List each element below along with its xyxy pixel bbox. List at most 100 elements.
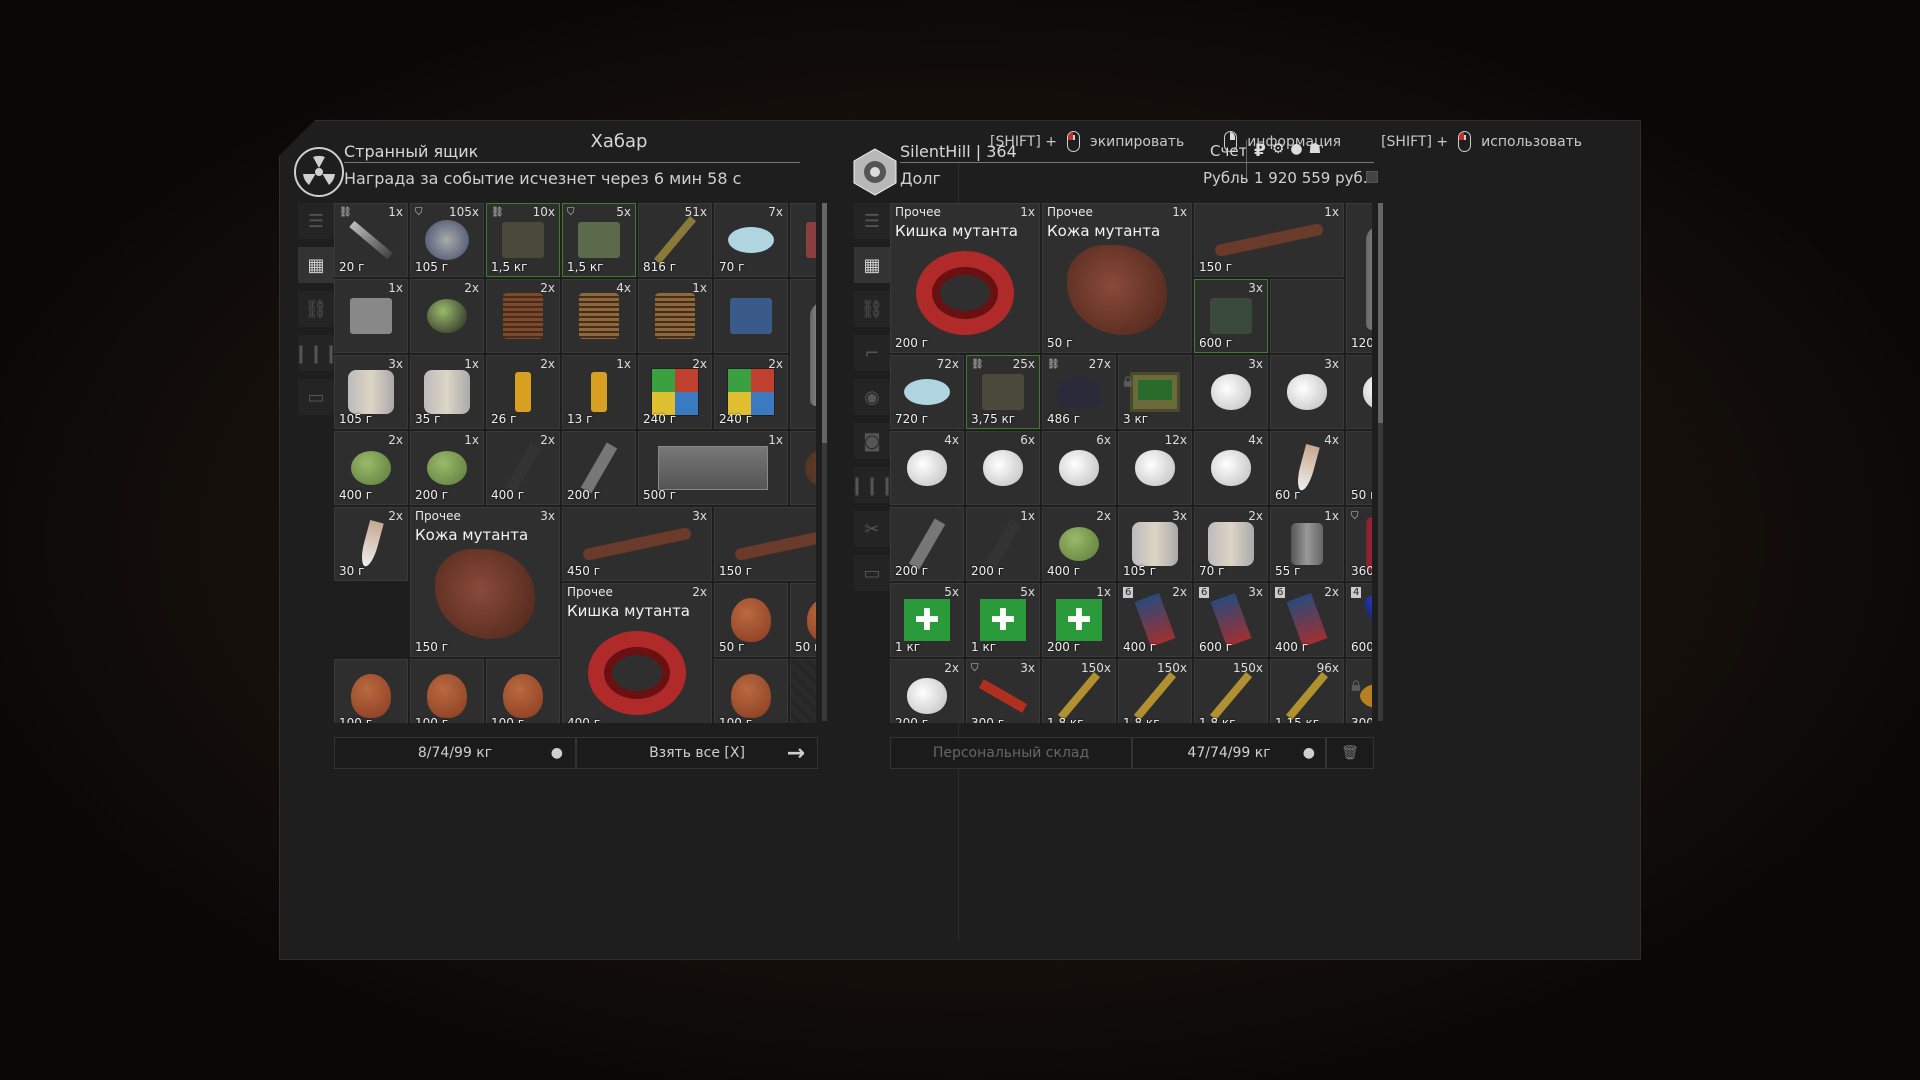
inventory-slot[interactable]: 2x 30 г (334, 507, 408, 581)
inventory-slot[interactable]: 1x (334, 279, 408, 353)
inventory-slot[interactable]: 1x (790, 203, 816, 277)
inventory-slot[interactable]: 2x 240 г (714, 355, 788, 429)
inventory-slot[interactable]: 51x 816 г (638, 203, 712, 277)
inventory-slot[interactable]: 6x (1042, 431, 1116, 505)
inventory-slot[interactable]: 100 г (410, 659, 484, 723)
inventory-slot[interactable] (714, 279, 788, 353)
inventory-slot[interactable]: 2x 400 г (486, 431, 560, 505)
inventory-slot[interactable]: 1x 200 г (410, 431, 484, 505)
inventory-slot[interactable]: 1x150 г (1194, 203, 1344, 277)
left-tab-grid[interactable]: ▦ (298, 247, 334, 283)
inventory-slot[interactable]: 2x (486, 279, 560, 353)
inventory-slot[interactable]: 150x 1,8 кг (1194, 659, 1268, 723)
inventory-slot[interactable]: 5x (790, 279, 816, 429)
inventory-slot[interactable]: 2x 400 г (334, 431, 408, 505)
inventory-slot[interactable]: 3 кг (1118, 355, 1192, 429)
inventory-slot[interactable]: 1x150 г (714, 507, 816, 581)
skull-token-icon[interactable]: ☗ (1309, 141, 1322, 161)
inventory-slot[interactable]: 3x 600 г 6 (1194, 583, 1268, 657)
inventory-slot[interactable]: Прочее Кожа мутанта 3x 150 г (410, 507, 560, 657)
inventory-slot[interactable]: 1x 13 г (562, 355, 636, 429)
inventory-slot[interactable]: 3x (1194, 355, 1268, 429)
inventory-slot[interactable]: 3x 300 г ⛉ (966, 659, 1040, 723)
inventory-slot[interactable]: 4x (562, 279, 636, 353)
inventory-slot[interactable]: 7x 70 г (714, 203, 788, 277)
ruble-icon[interactable]: ₽ (1254, 141, 1266, 161)
inventory-slot[interactable]: 2x 70 г (1194, 507, 1268, 581)
inventory-slot[interactable]: 25x 3,75 кг ⛓ (966, 355, 1040, 429)
gear-token-icon[interactable]: ⚙ (1272, 141, 1285, 161)
inventory-slot[interactable]: 50 г (714, 583, 788, 657)
inventory-slot[interactable]: 1x (638, 279, 712, 353)
info-icon[interactable] (1366, 171, 1378, 183)
right-tab-grid[interactable]: ▦ (854, 247, 890, 283)
coin-icon[interactable]: ● (1290, 141, 1302, 161)
inventory-slot[interactable]: 3x (1346, 355, 1372, 429)
inventory-slot[interactable]: 2x (410, 279, 484, 353)
inventory-slot[interactable]: 150x 1,8 кг (1118, 659, 1192, 723)
inventory-slot[interactable]: 105x 105 г ⛉ (410, 203, 484, 277)
inventory-slot[interactable]: ✚ 5x 1 кг (890, 583, 964, 657)
inventory-slot[interactable] (1270, 279, 1344, 353)
inventory-slot[interactable]: 12x (1118, 431, 1192, 505)
inventory-slot[interactable]: 3x120 г (1346, 203, 1372, 353)
inventory-slot[interactable]: 1x 20 г ⛓ (334, 203, 408, 277)
inventory-slot[interactable]: 3x (1270, 355, 1344, 429)
inventory-slot[interactable]: 1x 500 г (638, 431, 788, 505)
inventory-slot[interactable]: 150x 1,8 кг (1042, 659, 1116, 723)
inventory-slot[interactable]: 2x 200 г (890, 659, 964, 723)
inventory-slot[interactable]: Прочее Кожа мутанта 1x 50 г (1042, 203, 1192, 353)
right-tab-tools[interactable]: ✂ (854, 511, 890, 547)
left-scrollbar[interactable] (822, 203, 827, 721)
right-tab-list[interactable]: ☰ (854, 203, 890, 239)
inventory-slot[interactable]: 2x 400 г (1042, 507, 1116, 581)
right-tab-helmet[interactable]: ◉ (854, 379, 890, 415)
inventory-slot[interactable]: 10x 1,5 кг ⛓ (486, 203, 560, 277)
right-tab-rifle[interactable]: ⌐ (854, 335, 890, 371)
take-all-button[interactable]: Взять все [X] → (576, 737, 818, 769)
left-tab-list[interactable]: ☰ (298, 203, 334, 239)
inventory-slot[interactable]: 1x 35 г (410, 355, 484, 429)
inventory-slot[interactable]: 5x 1,5 кг ⛉ (562, 203, 636, 277)
right-tab-camera[interactable]: ◙ (854, 423, 890, 459)
inventory-slot[interactable]: ✚ 5x 1 кг (966, 583, 1040, 657)
inventory-slot[interactable]: 3x 105 г (1118, 507, 1192, 581)
inventory-slot[interactable]: 3x600 г4 (1346, 583, 1372, 657)
inventory-slot[interactable]: 2x 400 г 6 (1118, 583, 1192, 657)
inventory-slot[interactable]: 50 г (790, 583, 816, 657)
inventory-slot[interactable]: 2x 26 г (486, 355, 560, 429)
right-tab-ammo[interactable]: ❙❙❙ (849, 467, 895, 503)
inventory-slot[interactable]: 3x 105 г (334, 355, 408, 429)
inventory-slot[interactable]: 3x 450 г (562, 507, 712, 581)
inventory-slot[interactable]: 3x 600 г (1194, 279, 1268, 353)
inventory-slot[interactable]: 96x 1,15 кг (1270, 659, 1344, 723)
right-tab-link[interactable]: ⛓ (854, 291, 890, 327)
inventory-slot[interactable]: 1x 55 г (1270, 507, 1344, 581)
inventory-slot[interactable]: 2x 400 г 6 (1270, 583, 1344, 657)
inventory-slot[interactable]: 100 г (486, 659, 560, 723)
inventory-slot[interactable]: 200 г (890, 507, 964, 581)
inventory-slot[interactable]: 100 г (714, 659, 788, 723)
inventory-slot[interactable]: 200 г (562, 431, 636, 505)
inventory-slot[interactable]: 5x50 г (1346, 431, 1372, 505)
inventory-slot[interactable]: 72x 720 г (890, 355, 964, 429)
inventory-slot[interactable]: 2x (790, 431, 816, 505)
inventory-slot[interactable]: 1x 200 г (966, 507, 1040, 581)
inventory-slot[interactable]: 4x (890, 431, 964, 505)
left-tab-link[interactable]: ⛓ (298, 291, 334, 327)
right-tab-archive[interactable]: ▭ (854, 555, 890, 591)
inventory-slot[interactable]: ✚ 1x 200 г (1042, 583, 1116, 657)
inventory-slot[interactable]: Прочее Кишка мутанта 1x 200 г (890, 203, 1040, 353)
inventory-slot[interactable]: 4x (1194, 431, 1268, 505)
inventory-slot[interactable]: 3x360 г⛉ (1346, 507, 1372, 581)
inventory-slot[interactable]: 27x 486 г ⛓ (1042, 355, 1116, 429)
left-tab-archive[interactable]: ▭ (298, 379, 334, 415)
storage-button[interactable]: Персональный склад (890, 737, 1132, 769)
inventory-slot[interactable]: 4x 60 г (1270, 431, 1344, 505)
inventory-slot[interactable]: 6x (966, 431, 1040, 505)
inventory-slot[interactable]: 2x 240 г (638, 355, 712, 429)
inventory-slot[interactable]: 98%300 г (1346, 659, 1372, 723)
right-scrollbar[interactable] (1378, 203, 1383, 721)
inventory-slot[interactable]: 100 г (334, 659, 408, 723)
inventory-slot[interactable]: Прочее Кишка мутанта 2x 400 г (562, 583, 712, 723)
